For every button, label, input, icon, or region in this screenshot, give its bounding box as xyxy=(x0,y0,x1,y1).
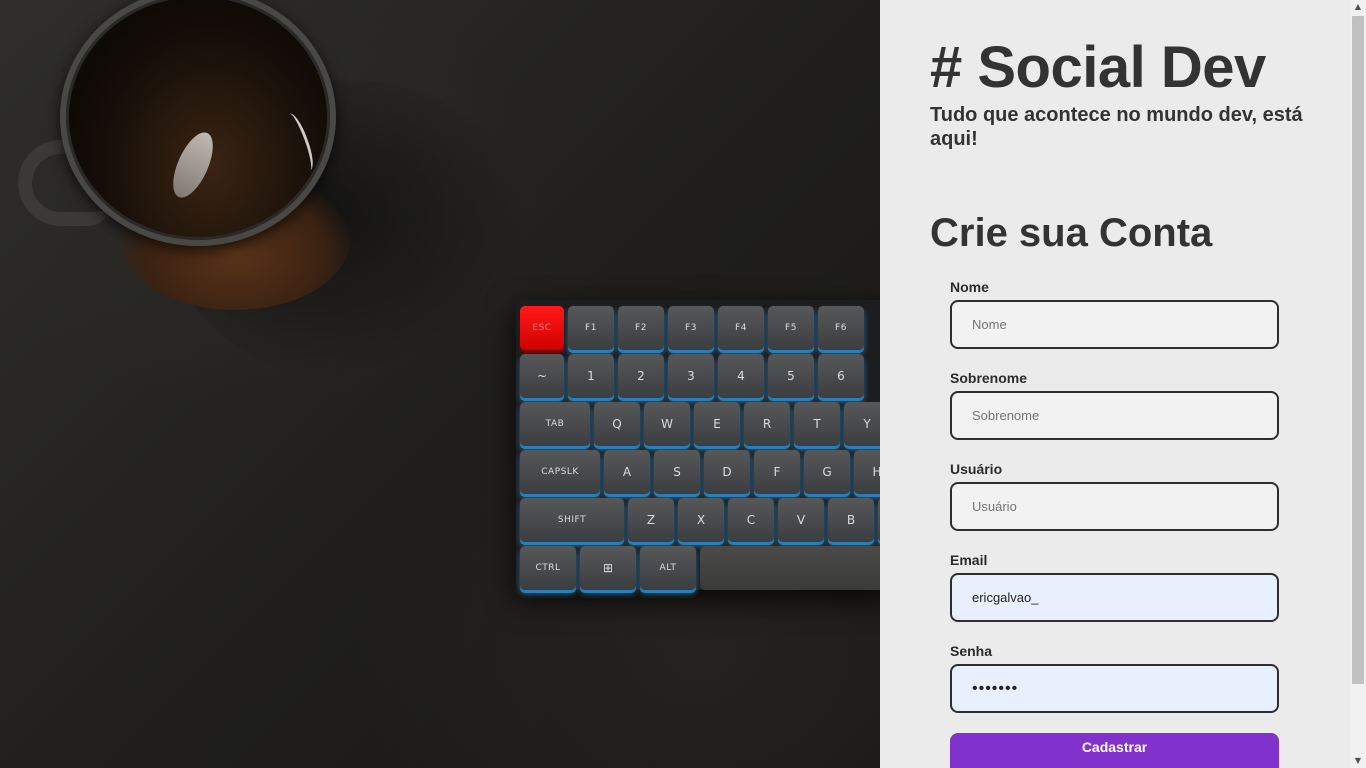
sobrenome-input[interactable] xyxy=(950,391,1279,440)
keyboard-row: ESC F1 F2 F3 F4 F5 F6 xyxy=(520,306,880,350)
usuario-input[interactable] xyxy=(950,482,1279,531)
keyboard-key: ESC xyxy=(520,306,564,350)
form-title: Crie sua Conta xyxy=(930,211,1213,255)
scroll-up-arrow-icon[interactable]: ▲ xyxy=(1350,0,1366,14)
nome-label: Nome xyxy=(950,279,989,295)
keyboard-row: SHIFT Z X C V B xyxy=(520,498,880,542)
page-scrollbar[interactable]: ▲ ▼ xyxy=(1350,0,1366,768)
keyboard-key: ALT xyxy=(640,546,696,590)
keyboard-key: E xyxy=(694,402,740,446)
keyboard-key: 4 xyxy=(718,354,764,398)
keyboard-key: A xyxy=(604,450,650,494)
keyboard-key: F3 xyxy=(668,306,714,350)
sobrenome-label: Sobrenome xyxy=(950,370,1028,386)
keyboard-key: CAPSLK xyxy=(520,450,600,494)
keyboard-key: F xyxy=(754,450,800,494)
keyboard-key: F4 xyxy=(718,306,764,350)
keyboard-key: CTRL xyxy=(520,546,576,590)
scroll-down-arrow-icon[interactable]: ▼ xyxy=(1350,754,1366,768)
keyboard-key: R xyxy=(744,402,790,446)
windows-key: ⊞ xyxy=(580,546,636,590)
keyboard-key: V xyxy=(778,498,824,542)
keyboard-row: CAPSLK A S D F G H xyxy=(520,450,880,494)
keyboard-key: TAB xyxy=(520,402,590,446)
keyboard-key: C xyxy=(728,498,774,542)
cadastrar-button[interactable]: Cadastrar xyxy=(950,733,1279,768)
keyboard-key: F6 xyxy=(818,306,864,350)
keyboard-key: F2 xyxy=(618,306,664,350)
usuario-label: Usuário xyxy=(950,461,1003,477)
keyboard-key: Z xyxy=(628,498,674,542)
keyboard-row: CTRL ⊞ ALT xyxy=(520,546,880,590)
senha-label: Senha xyxy=(950,643,993,659)
keyboard-key: D xyxy=(704,450,750,494)
keyboard-key: ~ xyxy=(520,354,564,398)
app-title: # Social Dev xyxy=(930,35,1266,100)
email-input[interactable] xyxy=(950,573,1279,622)
keyboard-row: ~ 1 2 3 4 5 6 xyxy=(520,354,880,398)
keyboard-key: 5 xyxy=(768,354,814,398)
scrollbar-thumb[interactable] xyxy=(1352,16,1364,684)
keyboard-key: G xyxy=(804,450,850,494)
keyboard-key: Q xyxy=(594,402,640,446)
keyboard-key: W xyxy=(644,402,690,446)
keyboard-key: 3 xyxy=(668,354,714,398)
nome-input[interactable] xyxy=(950,300,1279,349)
senha-input[interactable] xyxy=(950,664,1279,713)
keyboard-key: Y xyxy=(844,402,880,446)
keyboard-key: X xyxy=(678,498,724,542)
keyboard-key: B xyxy=(828,498,874,542)
keyboard-image: ESC F1 F2 F3 F4 F5 F6 ~ 1 2 3 4 5 6 TAB … xyxy=(516,300,880,590)
keyboard-key: T xyxy=(794,402,840,446)
keyboard-key: F5 xyxy=(768,306,814,350)
keyboard-key: H xyxy=(854,450,880,494)
keyboard-key: SHIFT xyxy=(520,498,624,542)
background-photo: ESC F1 F2 F3 F4 F5 F6 ~ 1 2 3 4 5 6 TAB … xyxy=(0,0,880,768)
spacebar-key xyxy=(700,546,880,590)
keyboard-key: F1 xyxy=(568,306,614,350)
keyboard-key: 6 xyxy=(818,354,864,398)
keyboard-key: 1 xyxy=(568,354,614,398)
keyboard-key: S xyxy=(654,450,700,494)
keyboard-row: TAB Q W E R T Y xyxy=(520,402,880,446)
keyboard-key: 2 xyxy=(618,354,664,398)
email-label: Email xyxy=(950,552,988,568)
app-subtitle: Tudo que acontece no mundo dev, está aqu… xyxy=(930,104,1303,150)
